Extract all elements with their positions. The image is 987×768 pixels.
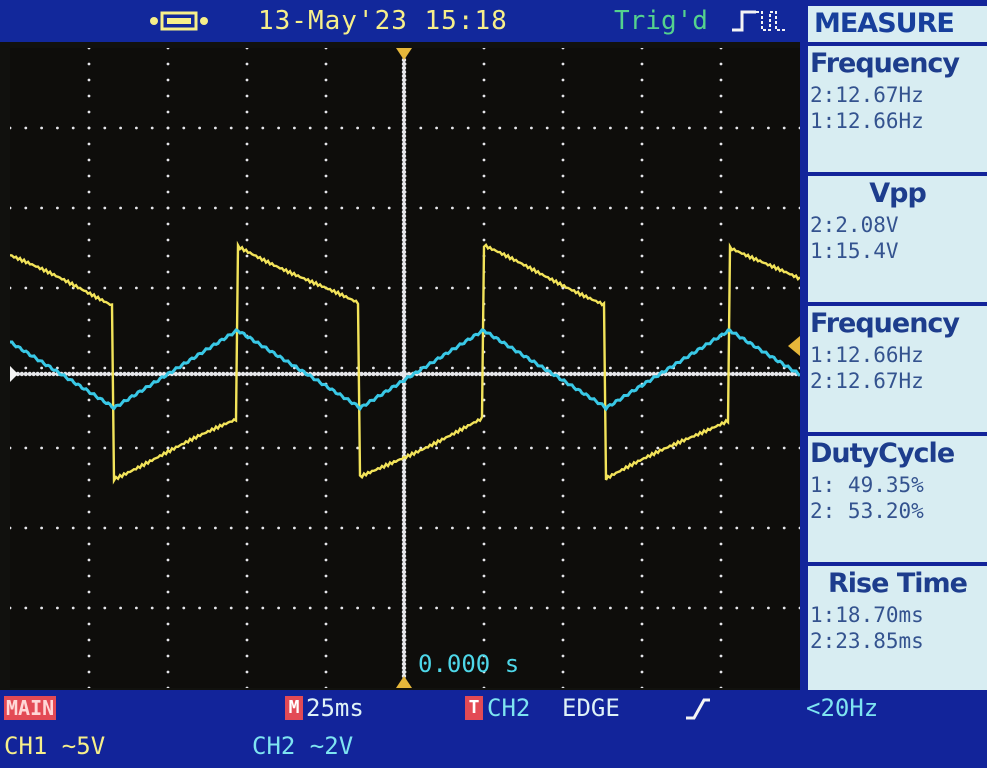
waveform-screen[interactable]: 0.000 s xyxy=(10,48,800,688)
measure-item-frequency-1[interactable]: Frequency 2:12.67Hz 1:12.66Hz xyxy=(808,46,987,172)
ch2-scale[interactable]: CH2 ∼2V xyxy=(252,730,353,762)
trigger-type[interactable]: EDGE xyxy=(562,692,620,724)
measure-item-duty-cycle[interactable]: DutyCycle 1: 49.35% 2: 53.20% xyxy=(808,436,987,562)
measure-value: 1:12.66Hz xyxy=(810,109,924,133)
measure-name: Vpp xyxy=(869,178,927,209)
measure-item-rise-time[interactable]: Rise Time 1:18.70ms 2:23.85ms xyxy=(808,566,987,692)
measure-item-vpp[interactable]: Vpp 2:2.08V 1:15.4V xyxy=(808,176,987,302)
trigger-source[interactable]: CH2 xyxy=(487,692,530,724)
measure-value: 2: 53.20% xyxy=(810,499,924,523)
usb-icon xyxy=(150,11,208,31)
waveform-plot xyxy=(10,48,800,688)
time-reference-marker xyxy=(396,676,412,688)
rising-slope-icon xyxy=(686,698,710,720)
measure-value: 2:2.08V xyxy=(810,213,899,237)
measure-value: 1: 49.35% xyxy=(810,473,924,497)
trigger-frequency: <20Hz xyxy=(806,694,879,722)
measure-value: 2:12.67Hz xyxy=(810,83,924,107)
trigger-position-marker xyxy=(396,48,412,60)
settings-bar: MAIN M 25ms T CH2 EDGE <20Hz CH1 ∼5V CH2… xyxy=(0,690,987,768)
rising-edge-icon xyxy=(732,10,786,32)
oscilloscope-display: 13-May'23 15:18 Trig'd 0.000 s MEASURE F… xyxy=(0,0,987,768)
measure-name: Rise Time xyxy=(828,568,968,599)
timebase-marker: M xyxy=(285,696,303,720)
time-offset: 0.000 s xyxy=(418,650,520,678)
graticule xyxy=(10,48,800,688)
status-bar: 13-May'23 15:18 Trig'd xyxy=(0,0,800,42)
trigger-status: Trig'd xyxy=(614,6,708,36)
measure-value: 1:18.70ms xyxy=(810,603,924,627)
measure-name: Frequency xyxy=(810,48,960,79)
timebase-value[interactable]: 25ms xyxy=(306,692,364,724)
measure-name: Frequency xyxy=(810,308,960,339)
measure-value: 1:12.66Hz xyxy=(810,343,924,367)
measure-name: DutyCycle xyxy=(810,438,955,469)
measure-value: 2:23.85ms xyxy=(810,629,924,653)
ch1-scale[interactable]: CH1 ∼5V xyxy=(4,730,105,762)
channel-ground-marker xyxy=(10,366,18,382)
measure-panel: MEASURE Frequency 2:12.67Hz 1:12.66Hz Vp… xyxy=(800,0,987,692)
date-time: 13-May'23 15:18 xyxy=(258,6,508,36)
trigger-marker: T xyxy=(465,696,483,720)
measure-value: 2:12.67Hz xyxy=(810,369,924,393)
timebase-mode-badge: MAIN xyxy=(4,696,57,720)
measure-item-frequency-2[interactable]: Frequency 1:12.66Hz 2:12.67Hz xyxy=(808,306,987,432)
measure-value: 1:15.4V xyxy=(810,239,899,263)
trigger-level-marker xyxy=(788,336,800,356)
measure-title[interactable]: MEASURE xyxy=(808,6,987,42)
